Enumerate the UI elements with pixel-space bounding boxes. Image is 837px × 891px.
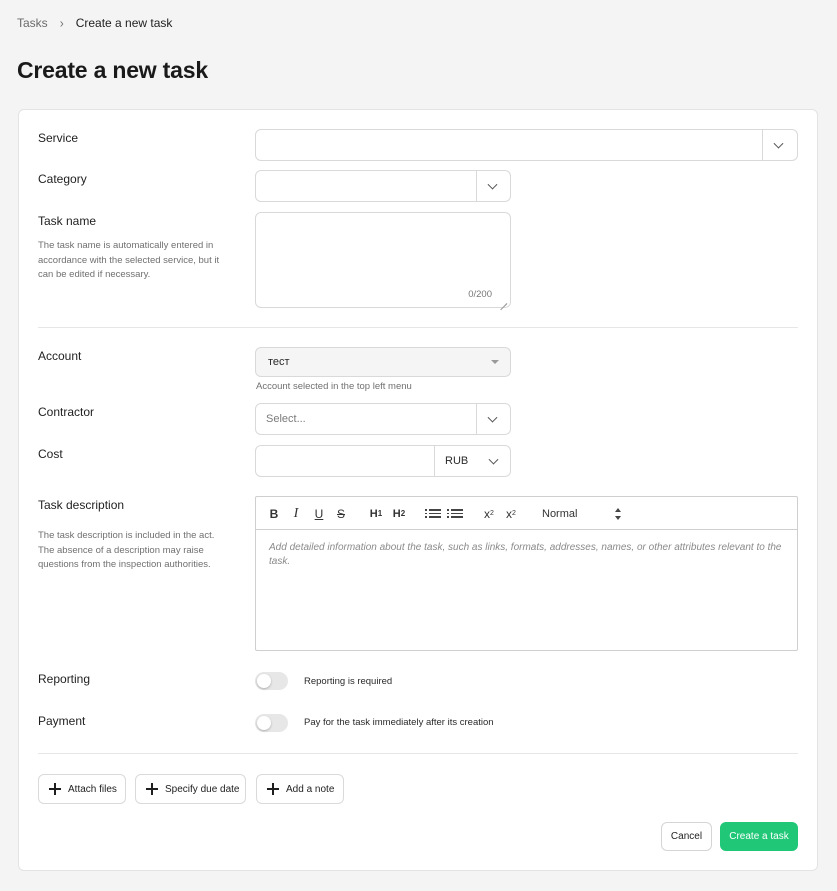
resize-handle-icon[interactable] xyxy=(500,297,507,304)
service-select[interactable] xyxy=(255,129,798,161)
caret-down-icon xyxy=(491,360,499,364)
toggle-knob xyxy=(257,674,271,688)
task-name-textarea[interactable]: 0/200 xyxy=(255,212,511,308)
payment-label: Payment xyxy=(38,714,86,728)
heading-1-button[interactable]: H1 xyxy=(366,497,386,530)
strikethrough-button[interactable]: S xyxy=(332,497,350,530)
chevron-down-icon xyxy=(488,454,499,465)
category-label: Category xyxy=(38,172,87,186)
task-description-hint: The task description is included in the … xyxy=(38,530,215,570)
chevron-right-icon: › xyxy=(59,15,64,31)
reporting-toggle-text: Reporting is required xyxy=(304,676,393,687)
select-divider xyxy=(476,404,477,434)
cost-label: Cost xyxy=(38,447,63,461)
editor-toolbar: B I U S H1 H2 x2 x2 Normal xyxy=(256,497,797,530)
specify-due-date-label: Specify due date xyxy=(165,783,240,795)
heading-1-number: 1 xyxy=(377,509,383,518)
plus-icon xyxy=(146,783,158,795)
superscript-button[interactable]: x2 xyxy=(502,497,520,530)
currency-value: RUB xyxy=(445,455,469,467)
cancel-button[interactable]: Cancel xyxy=(661,822,712,851)
page-title: Create a new task xyxy=(17,57,208,83)
specify-due-date-button[interactable]: Specify due date xyxy=(135,774,246,804)
section-divider xyxy=(38,753,798,754)
account-hint: Account selected in the top left menu xyxy=(256,381,412,392)
category-select[interactable] xyxy=(255,170,511,202)
account-value: тест xyxy=(268,356,290,368)
create-task-button[interactable]: Create a task xyxy=(720,822,798,851)
attach-files-label: Attach files xyxy=(68,783,117,795)
payment-toggle-text: Pay for the task immediately after its c… xyxy=(304,717,494,728)
ordered-list-icon[interactable] xyxy=(424,497,442,530)
chevron-down-icon[interactable] xyxy=(773,138,784,149)
task-description-label: Task description xyxy=(38,498,125,512)
attach-files-button[interactable]: Attach files xyxy=(38,774,126,804)
heading-2-letter: H xyxy=(392,507,401,520)
contractor-select[interactable]: Select... xyxy=(255,403,511,435)
task-name-hint: The task name is automatically entered i… xyxy=(38,240,220,280)
payment-toggle[interactable] xyxy=(255,714,288,732)
currency-select[interactable]: RUB xyxy=(435,446,510,476)
rich-text-editor: B I U S H1 H2 x2 x2 Normal Add detailed … xyxy=(255,496,798,651)
heading-1-letter: H xyxy=(369,507,378,520)
task-form-card: Service Category Task name The task name… xyxy=(18,109,818,871)
bold-button[interactable]: B xyxy=(265,497,283,530)
breadcrumb-tasks-link[interactable]: Tasks xyxy=(17,16,48,30)
select-divider xyxy=(762,130,763,160)
superscript-mark: 2 xyxy=(512,510,516,517)
plus-icon xyxy=(49,783,61,795)
account-label: Account xyxy=(38,349,82,363)
add-note-label: Add a note xyxy=(286,783,335,795)
service-label: Service xyxy=(38,131,79,145)
reporting-label: Reporting xyxy=(38,672,91,686)
reporting-toggle[interactable] xyxy=(255,672,288,690)
chevron-down-icon[interactable] xyxy=(487,412,498,423)
task-name-label: Task name xyxy=(38,214,97,228)
toggle-knob xyxy=(257,716,271,730)
heading-2-button[interactable]: H2 xyxy=(389,497,409,530)
breadcrumb: Tasks › Create a new task xyxy=(17,15,173,31)
breadcrumb-current: Create a new task xyxy=(75,16,173,30)
up-down-arrows-icon xyxy=(614,508,622,520)
section-divider xyxy=(38,327,798,328)
subscript-mark: 2 xyxy=(490,510,494,517)
subscript-button[interactable]: x2 xyxy=(480,497,498,530)
account-select[interactable]: тест xyxy=(255,347,511,377)
select-divider xyxy=(476,171,477,201)
contractor-label: Contractor xyxy=(38,405,95,419)
editor-placeholder[interactable]: Add detailed information about the task,… xyxy=(269,541,787,569)
italic-button[interactable]: I xyxy=(287,497,305,530)
underline-button[interactable]: U xyxy=(310,497,328,530)
contractor-placeholder: Select... xyxy=(266,413,306,425)
cost-input[interactable] xyxy=(256,446,434,476)
character-counter: 0/200 xyxy=(468,289,492,300)
text-format-value: Normal xyxy=(542,507,578,520)
chevron-down-icon[interactable] xyxy=(487,179,498,190)
cost-field: RUB xyxy=(255,445,511,477)
plus-icon xyxy=(267,783,279,795)
add-note-button[interactable]: Add a note xyxy=(256,774,344,804)
bullet-list-icon[interactable] xyxy=(446,497,464,530)
text-format-select[interactable]: Normal xyxy=(542,497,622,530)
heading-2-number: 2 xyxy=(400,509,406,518)
